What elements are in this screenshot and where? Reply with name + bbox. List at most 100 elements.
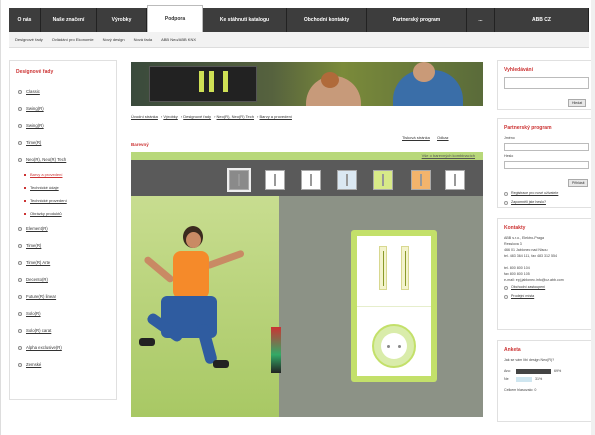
breadcrumb-link[interactable]: Výrobky [163,114,177,119]
nav-item-vyrobky[interactable]: Výrobky [97,8,147,32]
login-input[interactable] [504,143,589,151]
breadcrumb-link[interactable]: Designové řady [183,114,211,119]
contact-title: Kontakty [504,225,526,231]
subnav-item[interactable]: Nový design [103,37,125,42]
sidebar-item[interactable]: Swing(R) [10,100,116,117]
sidebar-item[interactable]: Alpha exclusive(R) [10,339,116,356]
color-swatch[interactable] [265,170,285,190]
sidebar-item[interactable]: Zemské [10,356,116,373]
sidebar-item-label: Technické provedení [30,198,67,203]
poll-row: Ano 69% [504,367,589,375]
top-navigation: O nás Naše značení Výrobky Podpora Ke st… [9,5,589,32]
sidebar-item-label: Future(R) linear [26,294,57,299]
password-input[interactable] [504,161,589,169]
swatch-rocker-icon [238,174,240,186]
bullet-icon [18,226,22,231]
sidebar-item[interactable]: Neo(R), Neo(R) Tech [10,151,116,168]
color-swatch[interactable] [373,170,393,190]
sidebar-item-label: Alpha exclusive(R) [26,345,62,350]
subnav-item[interactable]: Ovládání pro Ekonomie [52,37,94,42]
search-title: Vyhledávání [504,67,533,73]
sidebar-item[interactable]: Time(R) Arte [10,254,116,271]
nav-item-partnersky-program[interactable]: Partnerský program [367,8,467,32]
sales-link[interactable]: Obchodní zastoupení [504,283,595,292]
sidebar-item-label: Barvy a provedení [30,172,63,177]
poll-option-label: Ne [504,377,509,381]
subnav-item[interactable]: ABB Neo/ABB KNX [161,37,196,42]
nav-item-o-nas[interactable]: O nás [9,8,41,32]
sidebar-subitem[interactable]: Barvy a provedení [10,168,116,181]
bullet-icon [18,140,22,145]
bullet-icon [18,311,22,316]
sidebar-item[interactable]: Time(R) [10,237,116,254]
partner-title: Partnerský program [504,125,552,131]
shops-link[interactable]: Prodejní místa [504,292,595,301]
forgot-password-link[interactable]: Zapomněli jste heslo? [504,198,595,207]
breadcrumb-link[interactable]: Úvodní stránka [131,114,158,119]
search-button[interactable]: Hledat [568,99,587,107]
subnav-item[interactable]: Nová řada [134,37,152,42]
poll-value: 31% [535,377,543,381]
sidebar-item[interactable]: Classic [10,83,116,100]
nav-item-podpora[interactable]: Podpora [147,5,203,32]
bullet-icon [24,173,26,176]
nav-item-nase-znaceni[interactable]: Naše značení [41,8,97,32]
sidebar-subitem[interactable]: Technické údaje [10,181,116,194]
hero-banner [131,62,483,106]
login-button[interactable]: Přihlásit [568,179,589,187]
breadcrumb-link[interactable]: Neo(R), Neo(R) Tech [217,114,255,119]
sidebar-item[interactable]: Element(R) [10,220,116,237]
poll-results: Ano 69% Ne 31% [504,367,589,383]
poll-title: Anketa [504,347,521,353]
breadcrumb: Úvodní stránka › Výrobky › Designové řady ›… [131,114,292,119]
sidebar-item[interactable]: Solo(R) carat [10,322,116,339]
bullet-icon [24,212,26,215]
poll-question: Jak se vám líbí design Neo(R)? [504,358,555,362]
poll-footer: Celkem hlasovalo: 0 [504,388,537,392]
breadcrumb-link[interactable]: Barvy a provedení [259,114,291,119]
switch-rocker [379,246,387,290]
sidebar-item-label: Swing(R) [26,106,44,111]
sidebar-item-label: Swing(R) [26,123,44,128]
nav-item-more[interactable]: ... [467,8,495,32]
sidebar-subitem[interactable]: Technické provedení [10,194,116,207]
plate-divider [357,306,431,307]
print-link[interactable]: Tisková stránka [402,135,430,140]
plant-image [271,327,281,373]
left-sidebar: Designové řady Classic Swing(R) Swing(R) Ti… [9,60,117,400]
product-configurator: Vše o barevných kombinacích [131,152,483,417]
plate-inner [357,236,431,376]
partner-box: Partnerský program Jméno Heslo Přihlásit… [497,118,595,208]
nav-item-abb-cz[interactable]: ABB CZ [495,8,589,32]
swatch-rocker-icon [420,174,422,186]
color-swatch[interactable] [411,170,431,190]
share-link[interactable]: Odkaz [437,135,449,140]
nav-item-katalog[interactable]: Ke stáhnutí katalogu [203,8,287,32]
sidebar-item-label: Neo(R), Neo(R) Tech [26,157,67,162]
color-swatch[interactable] [301,170,321,190]
subnav-item[interactable]: Designové řady [15,37,43,42]
register-link[interactable]: Registrace pro nové uživatele [504,189,595,198]
poll-box: Anketa Jak se vám líbí design Neo(R)? An… [497,340,595,422]
vertical-scrollbar[interactable] [591,0,595,435]
sidebar-subitem[interactable]: Obrázky produktů [10,207,116,220]
color-swatch[interactable] [227,168,251,192]
switch-rocker [401,246,409,290]
poll-bar [516,368,551,374]
search-input[interactable] [504,77,589,89]
nav-item-obchodni-kontakty[interactable]: Obchodní kontakty [287,8,367,32]
color-swatch[interactable] [337,170,357,190]
bullet-icon [18,106,22,111]
bullet-icon [18,89,22,94]
lifestyle-photo [131,196,279,417]
color-combinations-link[interactable]: Vše o barevných kombinacích [422,153,475,158]
sidebar-item[interactable]: Swing(R) [10,117,116,134]
sidebar-item[interactable]: Decento(R) [10,271,116,288]
color-swatch[interactable] [445,170,465,190]
sidebar-item[interactable]: Future(R) linear [10,288,116,305]
sidebar-item[interactable]: Time(R) [10,134,116,151]
password-label: Heslo [504,154,514,158]
sidebar-item[interactable]: Solo(R) [10,305,116,322]
bullet-icon [24,199,26,202]
sub-navigation: Designové řady Ovládání pro Ekonomie Nov… [9,32,589,48]
